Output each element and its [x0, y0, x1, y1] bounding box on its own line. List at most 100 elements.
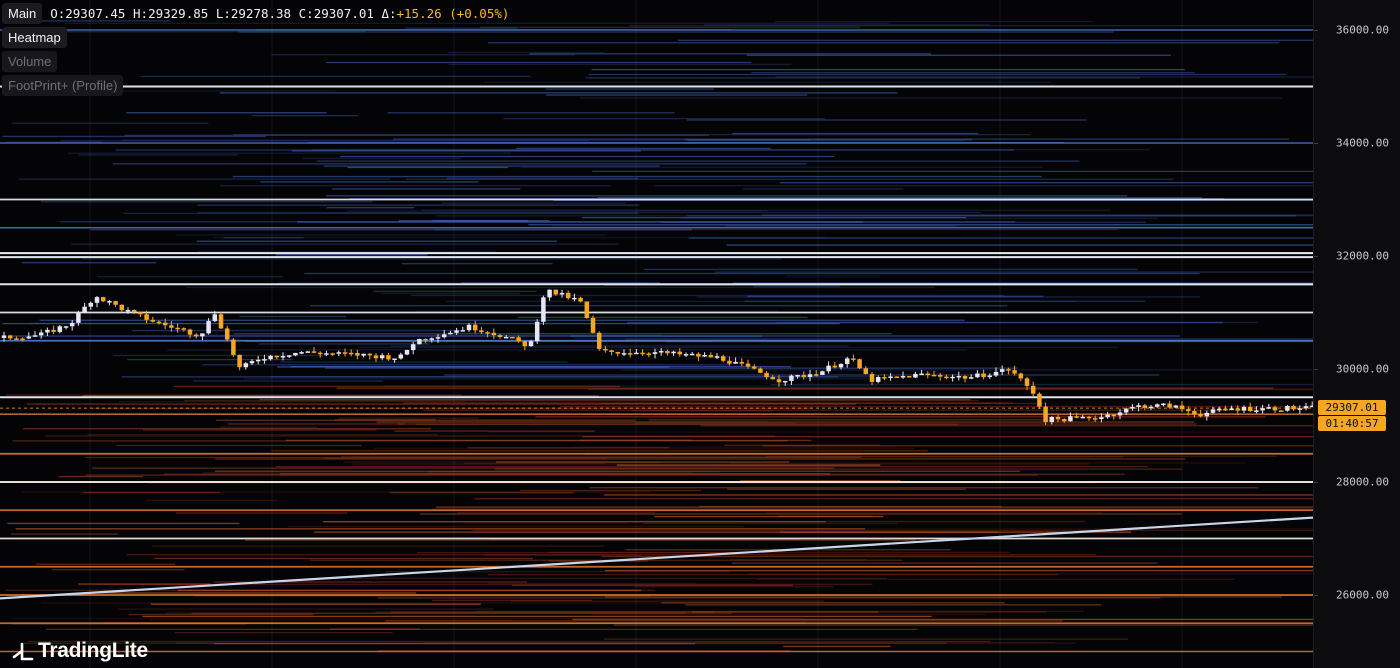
candle-body	[45, 329, 50, 333]
candle-body	[640, 352, 645, 355]
candle-body	[231, 339, 236, 355]
candle-body	[510, 336, 515, 339]
candle-body	[658, 351, 664, 353]
candle-body	[1161, 403, 1166, 406]
price-label-26000: 26000.00	[1336, 588, 1389, 602]
candle-body	[832, 365, 838, 368]
candle-body	[336, 352, 342, 354]
candle-body	[212, 314, 218, 322]
candle-body	[435, 337, 441, 339]
candle-body	[286, 355, 292, 357]
candle-body	[1012, 370, 1017, 374]
tradinglite-app: 36000.00 34000.00 32000.00 30000.00 2800…	[0, 0, 1400, 668]
axis-tick	[1314, 256, 1318, 257]
candle-body	[1049, 416, 1055, 423]
price-axis[interactable]: 36000.00 34000.00 32000.00 30000.00 2800…	[1313, 0, 1400, 668]
delta-key: Δ:	[381, 5, 397, 21]
candle-body	[1229, 408, 1234, 411]
price-label-32000: 32000.00	[1336, 249, 1389, 263]
high-key: H:	[133, 5, 149, 21]
delta-value: +15.26	[396, 5, 442, 21]
footprint-profile-layer-button[interactable]: FootPrint+ (Profile)	[2, 75, 124, 96]
candle-body	[1018, 373, 1024, 379]
candle-body	[869, 374, 875, 382]
candle-body	[807, 374, 813, 377]
candle-body	[522, 341, 528, 347]
candle-body	[181, 328, 187, 330]
candle-body	[69, 322, 75, 327]
candle-body	[485, 332, 490, 334]
candle-body	[224, 328, 230, 340]
price-label-30000: 30000.00	[1336, 362, 1389, 376]
candle-body	[590, 317, 596, 333]
candle-body	[1192, 411, 1197, 415]
candle-body	[863, 368, 869, 375]
top-bar: Main O:29307.45 H:29329.85 L:29278.38 C:…	[0, 0, 509, 26]
candle-body	[1142, 405, 1148, 408]
candle-body	[20, 338, 25, 340]
candle-body	[472, 324, 478, 331]
candle-body	[596, 332, 602, 349]
candle-body	[615, 352, 621, 354]
candle-body	[392, 358, 397, 360]
candle-body	[1266, 407, 1272, 409]
candle-body	[733, 361, 738, 364]
candle-body	[342, 352, 348, 354]
candle-body	[429, 338, 435, 340]
main-pane-button[interactable]: Main	[2, 2, 43, 24]
open-value: 29307.45	[65, 5, 126, 21]
candle-body	[100, 297, 106, 302]
candle-body	[1216, 408, 1222, 411]
candle-body	[268, 355, 273, 360]
candle-body	[448, 332, 453, 335]
candle-body	[355, 352, 360, 356]
candle-body	[1148, 406, 1154, 409]
candle-body	[107, 301, 112, 303]
price-label-36000: 36000.00	[1336, 23, 1389, 37]
candle-body	[299, 352, 304, 354]
candle-body	[708, 354, 714, 358]
low-value: 29278.38	[230, 5, 292, 21]
candle-body	[683, 354, 689, 356]
current-price-tag: 29307.01	[1318, 400, 1386, 415]
candle-body	[1272, 407, 1278, 411]
candle-body	[1068, 416, 1073, 422]
candle-body	[1055, 416, 1061, 420]
delta-percent: (+0.05%)	[449, 5, 510, 21]
candle-body	[714, 356, 720, 358]
candle-body	[113, 301, 118, 305]
candle-body	[689, 353, 695, 356]
candle-body	[1254, 410, 1259, 412]
open-key: O:	[50, 5, 66, 21]
candle-body	[1185, 409, 1191, 412]
candle-body	[1099, 417, 1104, 420]
chart-canvas[interactable]	[0, 0, 1313, 668]
candle-body	[311, 351, 317, 353]
candle-body	[1278, 410, 1284, 412]
candle-body	[237, 354, 242, 368]
candle-body	[813, 374, 819, 376]
candle-body	[460, 330, 466, 332]
candle-body	[26, 336, 32, 339]
candle-body	[851, 358, 856, 360]
candle-body	[894, 376, 900, 378]
candle-body	[280, 356, 286, 358]
volume-layer-button[interactable]: Volume	[2, 51, 58, 72]
candle-body	[361, 353, 366, 356]
candle-body	[782, 380, 788, 383]
candle-body	[745, 363, 751, 367]
heatmap-layer-button[interactable]: Heatmap	[2, 27, 67, 48]
candle-body	[1247, 406, 1253, 411]
heatmap-chart[interactable]	[0, 0, 1313, 668]
candle-body	[553, 289, 559, 295]
candle-countdown-tag: 01:40:57	[1318, 416, 1386, 431]
ohlc-readout: O:29307.45 H:29329.85 L:29278.38 C:29307…	[50, 6, 509, 21]
close-value: 29307.01	[313, 5, 374, 21]
candle-body	[1024, 378, 1030, 386]
candle-body	[379, 355, 385, 359]
candle-body	[1241, 406, 1247, 411]
candle-body	[826, 365, 831, 372]
candle-body	[262, 359, 267, 361]
candle-body	[559, 292, 565, 295]
candle-body	[1210, 409, 1216, 413]
